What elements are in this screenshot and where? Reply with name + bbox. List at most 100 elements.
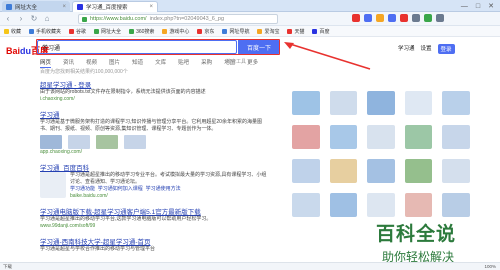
bookmark-item[interactable]: 爱淘宝	[257, 28, 279, 35]
blurred-tile	[329, 125, 358, 149]
thumbnail-image[interactable]	[124, 135, 146, 149]
forward-arrow-icon[interactable]: ›	[16, 14, 26, 24]
extension-icon[interactable]	[376, 14, 384, 22]
settings-icon[interactable]	[436, 14, 444, 22]
tab-caigou[interactable]: 采购	[201, 58, 212, 68]
result-item: 学习通 学习通是基于微服务架构打造的课程学习,知识传播与管理分享平台。它利用超星…	[40, 109, 270, 155]
home-icon[interactable]: ⌂	[42, 14, 52, 24]
menu-icon[interactable]	[412, 14, 420, 22]
bookmark-icon	[69, 28, 75, 34]
bookmark-item[interactable]: 手机收藏夹	[29, 28, 61, 35]
close-icon[interactable]: ×	[62, 4, 66, 10]
close-window-icon[interactable]: ✕	[488, 2, 494, 10]
star-icon	[4, 28, 9, 34]
bookmark-item[interactable]: 游戏中心	[162, 28, 189, 35]
tab-zhidao[interactable]: 知道	[132, 58, 143, 68]
close-icon[interactable]: ×	[149, 4, 153, 10]
thumbnail-image[interactable]	[40, 135, 62, 149]
zoom-level[interactable]: 100%	[484, 264, 496, 269]
extension-icon[interactable]	[400, 14, 408, 22]
result-title-link[interactable]: 学习通-西南科技大学-超星学习通-首页	[40, 236, 270, 246]
baike-image[interactable]	[40, 172, 66, 198]
bookmark-item[interactable]: 谷歌	[69, 28, 86, 35]
tab-more[interactable]: 更多	[247, 58, 258, 68]
blurred-tile	[367, 91, 395, 115]
tab-web[interactable]: 网页	[40, 58, 52, 68]
bookmark-item[interactable]: 京东	[197, 28, 214, 35]
result-snippet: 学习通是基于微服务架构打造的课程学习,知识传播与管理分享平台。它利用超星20余年…	[40, 119, 262, 132]
blurred-tile	[442, 159, 470, 183]
bookmark-item[interactable]: 天猫	[287, 28, 304, 35]
blurred-tile	[292, 159, 320, 183]
result-title-link[interactable]: 超星学习通 - 登录	[40, 79, 270, 89]
bookmark-icon	[94, 28, 100, 34]
watermark: 百科全说 助你轻松解决	[376, 219, 496, 262]
tab-news[interactable]: 资讯	[63, 58, 74, 68]
thumbnail-image[interactable]	[96, 135, 118, 149]
result-url[interactable]: baike.baidu.com/	[70, 193, 270, 199]
result-snippet: 由于该网站的robots.txt文件存在限制指令，系统无法提供该页面的内容描述	[40, 89, 206, 95]
blurred-tile	[329, 193, 358, 217]
minimize-icon[interactable]: —	[461, 3, 468, 10]
extension-icon[interactable]	[364, 14, 372, 22]
url-field[interactable]: https://www.baidu.com/ index.php?tn=0204…	[78, 14, 278, 24]
result-snippet: 学习通是超星推出的移动学习平台,这款学习通电脑版可以帮助用户轻松学习。	[40, 216, 212, 222]
settings-link[interactable]: 设置	[421, 44, 432, 54]
tab-tieba[interactable]: 贴吧	[178, 58, 189, 68]
result-item: 学习通_百度百科 学习通是超星推出的移动学习专业平台。考试模拟最大量的学习资源,…	[40, 162, 270, 199]
bookmark-item[interactable]: 网址导航	[222, 28, 249, 35]
bookmark-icon	[257, 28, 263, 34]
login-button[interactable]: 登录	[437, 44, 455, 54]
result-title-link[interactable]: 学习通_百度百科	[40, 162, 270, 172]
blurred-tile	[404, 91, 433, 115]
blurred-tile	[329, 159, 358, 183]
result-url[interactable]: app.chaoxing.com/	[40, 149, 270, 155]
watermark-subtitle: 助你轻松解决	[382, 250, 455, 262]
blurred-tile	[292, 193, 320, 217]
thumbnail-image[interactable]	[68, 135, 90, 149]
url-host: https://www.baidu.com/	[90, 16, 147, 22]
blurred-tile	[367, 125, 395, 149]
bookmark-item[interactable]: 360搜索	[129, 28, 154, 35]
extension-icon[interactable]	[388, 14, 396, 22]
bookmark-item[interactable]: 网址大全	[94, 28, 121, 35]
result-item: 学习通-西南科技大学-超星学习通-首页 学习通是超星与学校合作推出的移动学习与管…	[40, 236, 270, 253]
result-url[interactable]: www.99danji.com/soft/99	[40, 223, 270, 229]
blurred-tile	[404, 193, 433, 217]
result-item: 学习通电脑版下载-超星学习通客户端5.1官方最新版下载 学习通是超星推出的移动学…	[40, 206, 270, 229]
blurred-tile	[404, 125, 433, 149]
baike-sublinks: 学习通功能 学习通如何加入课程 学习通使用方法	[70, 186, 270, 193]
tab-baidu-search[interactable]: 学习通_百度搜索 ×	[72, 1, 158, 12]
tab-video[interactable]: 视频	[86, 58, 97, 68]
bookmark-icon	[29, 28, 35, 34]
result-title-link[interactable]: 学习通	[40, 109, 270, 119]
tab-label: 学习通_百度搜索	[86, 5, 128, 11]
watermark-title: 百科全说	[376, 223, 457, 245]
baike-sublink[interactable]: 学习通如何加入课程	[98, 186, 143, 192]
bookmark-item[interactable]: 百度	[312, 28, 330, 35]
header-links: 学习通 设置 登录	[398, 44, 455, 54]
reload-icon[interactable]: ↻	[29, 14, 39, 24]
baike-sublink[interactable]: 学习通功能	[70, 186, 95, 192]
search-tools-link[interactable]: 搜索工具	[226, 58, 246, 65]
result-url[interactable]: i.chaoxing.com/	[40, 96, 270, 102]
result-item: 超星学习通 - 登录 由于该网站的robots.txt文件存在限制指令，系统无法…	[40, 79, 270, 102]
download-status[interactable]: 下载	[3, 264, 12, 270]
bookmark-item[interactable]: 收藏	[4, 28, 21, 35]
tab-wenku[interactable]: 文库	[155, 58, 166, 68]
page-content: Baidu百度 学习通 百度一下 学习通 设置 登录 网页 资讯 视频 图片 知…	[0, 37, 500, 262]
result-title-link[interactable]: 学习通电脑版下载-超星学习通客户端5.1官方最新版下载	[40, 206, 270, 216]
tab-nav-site[interactable]: 网址大全 ×	[2, 1, 70, 12]
baike-sublink[interactable]: 学习通使用方法	[146, 186, 181, 192]
bookmark-icon	[312, 28, 318, 34]
maximize-icon[interactable]: □	[476, 3, 480, 10]
back-arrow-icon[interactable]: ‹	[3, 14, 13, 24]
toolbar-icons	[352, 14, 444, 22]
blurred-tile	[367, 193, 395, 217]
blurred-tile	[442, 91, 470, 115]
tab-images[interactable]: 图片	[109, 58, 120, 68]
window-controls: — □ ✕	[461, 1, 494, 11]
username-link[interactable]: 学习通	[398, 44, 415, 54]
extension-icon[interactable]	[352, 14, 360, 22]
extension-icon[interactable]	[424, 14, 432, 22]
